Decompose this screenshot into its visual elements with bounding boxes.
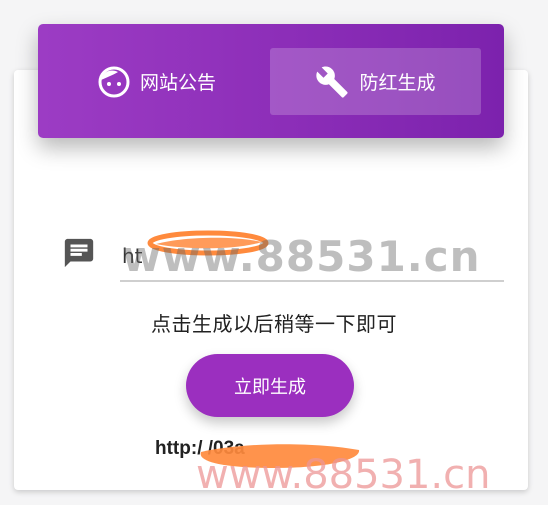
- face-icon: [98, 66, 130, 98]
- generate-button[interactable]: 立即生成: [186, 354, 354, 417]
- watermark: www.88531.cn: [122, 232, 481, 281]
- tab-notice[interactable]: 网站公告: [98, 48, 288, 115]
- watermark: www.88531.cn: [196, 452, 491, 498]
- hint-text: 点击生成以后稍等一下即可: [151, 312, 397, 336]
- tab-generate-label: 防红生成: [359, 72, 436, 94]
- header-tab-bar: 网站公告 防红生成: [38, 24, 504, 138]
- tab-generate[interactable]: 防红生成: [270, 48, 481, 115]
- tab-notice-label: 网站公告: [140, 72, 217, 94]
- wrench-icon: [315, 65, 349, 99]
- comment-icon: [62, 236, 96, 270]
